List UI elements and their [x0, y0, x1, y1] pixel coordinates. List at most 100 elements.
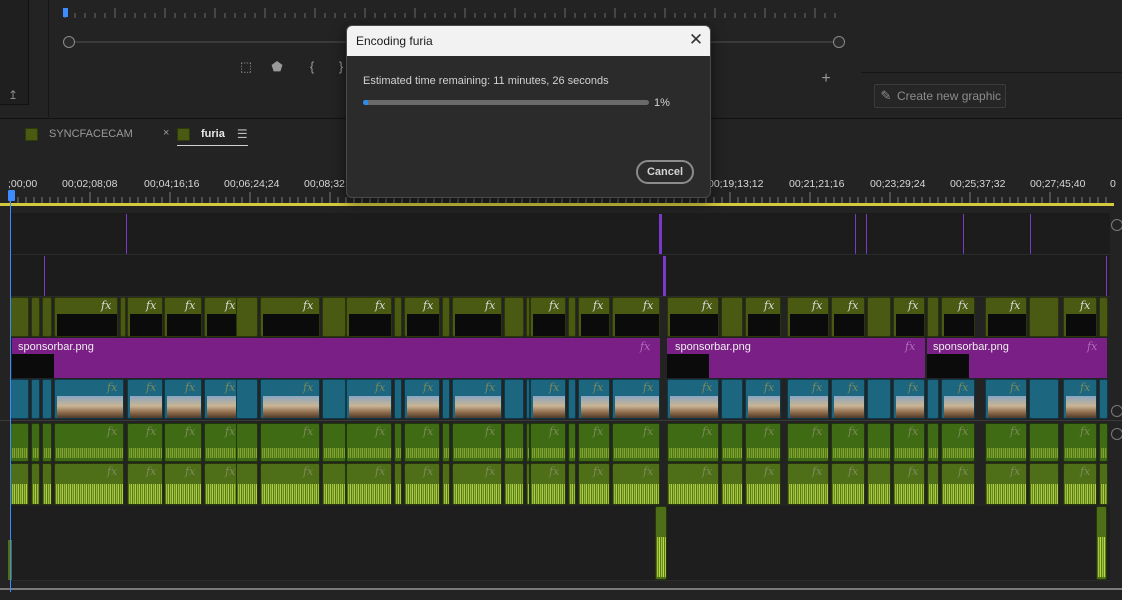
video-clip[interactable] [927, 379, 939, 419]
video-clip[interactable] [120, 297, 126, 337]
video-clip[interactable] [42, 379, 52, 419]
track-zoom-handle[interactable] [1111, 405, 1122, 417]
video-clip[interactable]: fx [787, 297, 829, 337]
audio-clip[interactable] [927, 463, 939, 505]
audio-clip[interactable]: fx [164, 423, 202, 462]
tab-menu-icon[interactable]: ☰ [237, 127, 248, 141]
audio-clip[interactable] [31, 423, 40, 462]
video-clip[interactable]: fx [164, 379, 202, 419]
audio-clip[interactable] [442, 463, 450, 505]
audio-clip[interactable] [867, 463, 891, 505]
export-icon[interactable]: ↥ [8, 88, 24, 102]
work-area-bar[interactable] [0, 203, 1114, 206]
audio-clip[interactable]: fx [54, 423, 124, 462]
button-editor-plus-icon[interactable]: + [817, 70, 835, 88]
audio-clip[interactable] [927, 423, 939, 462]
add-marker-icon[interactable]: ⬟ [268, 58, 286, 76]
video-clip[interactable]: fx [667, 297, 719, 337]
graphic-clip[interactable]: sponsorbar.png fx [927, 338, 1107, 378]
audio-clip[interactable]: fx [893, 423, 925, 462]
video-clip[interactable] [1029, 379, 1059, 419]
audio-clip[interactable] [1099, 463, 1108, 505]
audio-clip[interactable]: fx [127, 463, 163, 505]
audio-clip[interactable]: fx [346, 463, 392, 505]
video-clip[interactable] [867, 297, 891, 337]
audio-clip[interactable] [568, 463, 576, 505]
video-clip[interactable] [322, 297, 346, 337]
video-clip[interactable]: fx [127, 297, 163, 337]
audio-clip[interactable] [10, 463, 29, 505]
video-clip[interactable]: fx [893, 297, 925, 337]
close-icon[interactable]: ✕ [686, 30, 706, 50]
audio-clip[interactable]: fx [985, 423, 1027, 462]
video-clip[interactable] [394, 379, 402, 419]
audio-clip[interactable]: fx [578, 423, 610, 462]
video-clip[interactable] [568, 379, 576, 419]
video-clip[interactable] [927, 297, 939, 337]
graphic-clip[interactable]: sponsorbar.png fx [667, 338, 925, 378]
video-clip[interactable]: fx [831, 297, 865, 337]
audio-clip[interactable]: fx [941, 423, 975, 462]
track-zoom-handle[interactable] [1111, 428, 1122, 440]
audio-clip[interactable]: fx [893, 463, 925, 505]
video-clip[interactable]: fx [346, 297, 392, 337]
video-clip[interactable] [10, 379, 29, 419]
video-clip[interactable]: fx [578, 297, 610, 337]
audio-clip[interactable] [1029, 423, 1059, 462]
video-clip[interactable]: fx [1063, 297, 1097, 337]
video-clip[interactable] [1099, 379, 1108, 419]
video-clip[interactable] [1099, 297, 1108, 337]
tab-close-icon[interactable]: × [163, 127, 169, 139]
track-a2[interactable]: fx fx fx fx fx fx fx fx fx fx fx fx fx fx fx fx fx fx fx [10, 463, 1110, 505]
track-a1[interactable]: fx fx fx fx fx fx fx fx fx fx fx fx fx fx fx fx fx fx fx [10, 423, 1110, 462]
cancel-button[interactable]: Cancel [636, 160, 694, 184]
audio-clip[interactable] [721, 423, 743, 462]
audio-clip[interactable]: fx [831, 423, 865, 462]
video-clip[interactable]: fx [787, 379, 829, 419]
audio-clip[interactable] [1099, 423, 1108, 462]
audio-clip[interactable] [236, 463, 258, 505]
video-clip[interactable] [236, 379, 258, 419]
track-zoom-handle[interactable] [1111, 219, 1122, 231]
audio-clip[interactable]: fx [530, 423, 566, 462]
audio-clip[interactable]: fx [530, 463, 566, 505]
video-clip[interactable] [442, 379, 450, 419]
audio-clip[interactable]: fx [667, 463, 719, 505]
track-v3[interactable] [10, 255, 1110, 297]
video-clip[interactable]: fx [530, 379, 566, 419]
video-clip[interactable]: fx [54, 379, 124, 419]
video-clip[interactable] [10, 297, 29, 337]
video-clip[interactable]: fx [941, 379, 975, 419]
scrollbar-left-handle[interactable] [63, 36, 75, 48]
track-v1[interactable]: fx fx fx fx fx fx fx fx fx fx fx fx fx fx fx fx fx fx fx [10, 379, 1110, 419]
audio-clip[interactable]: fx [985, 463, 1027, 505]
audio-clip[interactable] [394, 423, 402, 462]
audio-clip[interactable] [42, 463, 52, 505]
audio-clip[interactable]: fx [404, 463, 440, 505]
video-clip[interactable] [442, 297, 450, 337]
audio-clip[interactable]: fx [745, 463, 781, 505]
audio-clip[interactable]: fx [346, 423, 392, 462]
video-clip[interactable] [504, 297, 524, 337]
playhead-line[interactable] [10, 192, 11, 592]
audio-clip[interactable]: fx [612, 423, 660, 462]
audio-clip[interactable]: fx [260, 463, 320, 505]
track-a3[interactable] [10, 506, 1110, 581]
audio-clip[interactable]: fx [260, 423, 320, 462]
audio-clip[interactable]: fx [667, 423, 719, 462]
audio-clip[interactable] [655, 506, 667, 580]
audio-clip[interactable]: fx [404, 423, 440, 462]
video-clip[interactable]: fx [985, 297, 1027, 337]
timeline-scrollbar[interactable] [0, 588, 1122, 590]
audio-clip[interactable] [442, 423, 450, 462]
audio-clip[interactable]: fx [54, 463, 124, 505]
video-clip[interactable]: fx [612, 297, 660, 337]
playhead-handle[interactable] [8, 190, 15, 201]
video-clip[interactable] [31, 297, 40, 337]
tab-furia[interactable]: furia ☰ [177, 124, 248, 146]
audio-clip[interactable] [721, 463, 743, 505]
video-clip[interactable]: fx [260, 297, 320, 337]
video-clip[interactable]: fx [260, 379, 320, 419]
track-v4[interactable] [10, 213, 1110, 255]
monitor-playhead[interactable] [63, 8, 68, 17]
